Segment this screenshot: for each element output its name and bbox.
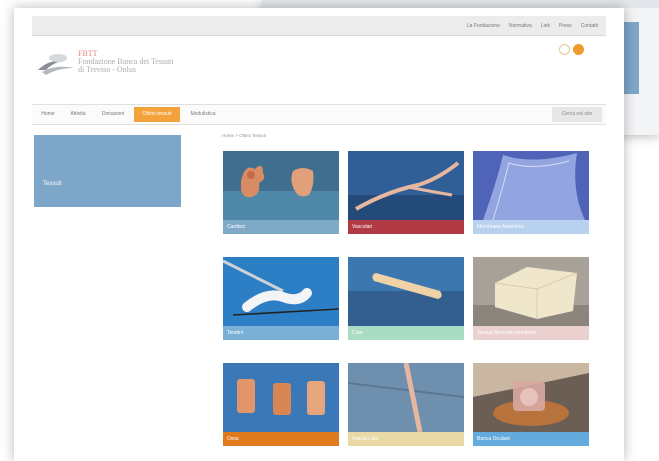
tile-cute[interactable]: Cute: [348, 257, 464, 340]
topbar-link-contatti[interactable]: Contatti: [581, 23, 598, 29]
nav-item-attivita[interactable]: Attività: [64, 107, 92, 122]
tile-membrana-amniotica[interactable]: Membrana Amniotica: [473, 151, 589, 234]
ocular-bank-image: [473, 363, 589, 432]
fascia-tissue-image: [348, 363, 464, 432]
web-page: La Fondazione Normativa Link Press Conta…: [14, 8, 624, 461]
cardiac-tissue-image: [223, 151, 339, 220]
topbar-link-link[interactable]: Link: [541, 23, 550, 29]
search-box[interactable]: Cerca nel sito: [552, 107, 602, 122]
tile-label: Cardiaci: [223, 220, 339, 234]
sidebar-section-tessuti[interactable]: Tessuti: [34, 135, 181, 207]
tile-tendini[interactable]: Tendini: [223, 257, 339, 340]
main-navigation: Home Attività Donazioni Ottimi tessuti M…: [32, 104, 606, 125]
tile-tessuti-muscolo-scheletrici[interactable]: Tessuti Muscolo-scheletrici: [473, 257, 589, 340]
top-utility-bar: La Fondazione Normativa Link Press Conta…: [32, 16, 606, 36]
tile-cardiaci[interactable]: Cardiaci: [223, 151, 339, 234]
skin-tissue-image: [348, 257, 464, 326]
tile-fascia-lata[interactable]: Fascia Lata: [348, 363, 464, 446]
vascular-tissue-image: [348, 151, 464, 220]
nav-item-donazioni[interactable]: Donazioni: [96, 107, 130, 122]
tile-label: Tendini: [223, 326, 339, 340]
bone-tissue-image: [223, 363, 339, 432]
nav-item-home[interactable]: Home: [36, 107, 60, 122]
language-circle-icon[interactable]: [559, 44, 570, 55]
foundation-logo-icon[interactable]: [36, 48, 76, 78]
nav-item-modulistica[interactable]: Modulistica: [184, 107, 222, 122]
tile-label: Banca Oculare: [473, 432, 589, 446]
background-window-bar: [262, 0, 659, 8]
tile-label: Fascia Lata: [348, 432, 464, 446]
tile-label: Ossa: [223, 432, 339, 446]
brand-block: FBTT Fondazione Banca dei Tessuti di Tre…: [78, 50, 174, 74]
topbar-link-fondazione[interactable]: La Fondazione: [467, 23, 500, 29]
language-switcher: [559, 44, 587, 56]
nav-item-ottimi-tessuti[interactable]: Ottimi tessuti: [134, 107, 180, 122]
musculoskeletal-tissue-image: [473, 257, 589, 326]
topbar-link-normativa[interactable]: Normativa: [509, 23, 532, 29]
tile-ossa[interactable]: Ossa: [223, 363, 339, 446]
language-circle-active-icon[interactable]: [573, 44, 584, 55]
tile-vascolari[interactable]: Vascolari: [348, 151, 464, 234]
tile-label: Cute: [348, 326, 464, 340]
tile-label: Tessuti Muscolo-scheletrici: [473, 326, 589, 340]
tile-label: Membrana Amniotica: [473, 220, 589, 234]
tile-label: Vascolari: [348, 220, 464, 234]
sidebar-label: Tessuti: [43, 181, 62, 187]
amniotic-membrane-image: [473, 151, 589, 220]
tendon-tissue-image: [223, 257, 339, 326]
topbar-link-press[interactable]: Press: [559, 23, 572, 29]
brand-name-line2: di Treviso - Onlus: [78, 65, 137, 74]
tile-banca-oculare[interactable]: Banca Oculare: [473, 363, 589, 446]
breadcrumb[interactable]: Home > Ottimi Tessuti: [222, 133, 266, 138]
